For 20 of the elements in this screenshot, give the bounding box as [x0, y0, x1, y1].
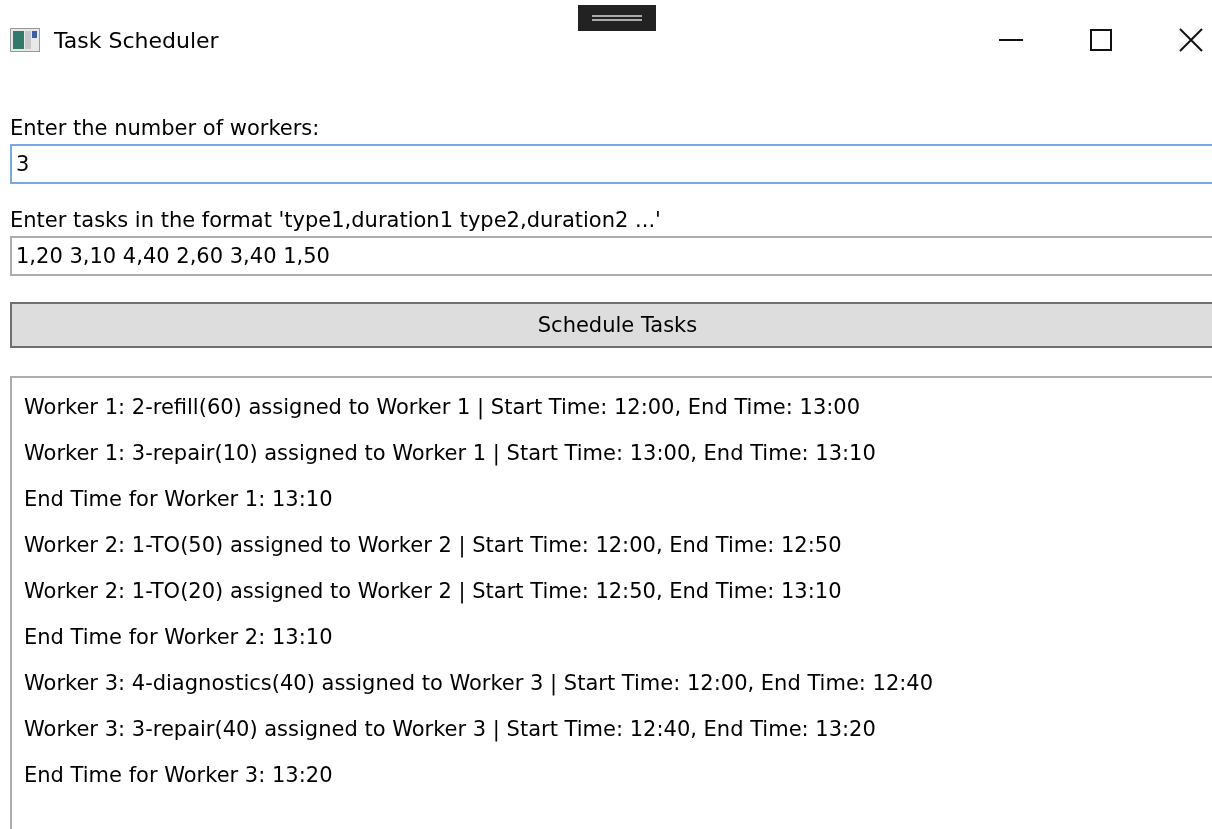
schedule-button[interactable]: Schedule Tasks: [10, 302, 1212, 348]
output-line: Worker 1: 2-refill(60) assigned to Worker 1 | Start Time: 12:00, End Time: 13:00: [24, 394, 861, 422]
minimize-icon: [999, 38, 1023, 42]
app-icon: [10, 28, 40, 52]
maximize-icon: [1090, 29, 1112, 51]
window-title: Task Scheduler: [54, 27, 219, 53]
output-line: Worker 3: 4-diagnostics(40) assigned to Worker 3 | Start Time: 12:00, End Time: 12:40: [24, 670, 934, 698]
output-line: End Time for Worker 2: 13:10: [24, 624, 333, 651]
field-label: Enter tasks in the format 'type1,duration1 type2,duration2 ...': [10, 208, 661, 232]
output-line: Worker 3: 3-repair(40) assigned to Worker 3 | Start Time: 12:40, End Time: 13:20: [24, 716, 876, 744]
output-line: End Time for Worker 1: 13:10: [24, 486, 333, 513]
output-line: End Time for Worker 3: 13:20: [24, 762, 333, 789]
workers-input-field[interactable]: 3: [10, 144, 1212, 184]
output-line: Worker 2: 1-TO(20) assigned to Worker 2 | Start Time: 12:50, End Time: 13:10: [24, 578, 842, 606]
field-label: Enter the number of workers:: [10, 116, 320, 140]
close-icon: [1179, 28, 1203, 52]
output-line: Worker 2: 1-TO(50) assigned to Worker 2 | Start Time: 12:00, End Time: 12:50: [24, 532, 842, 560]
drag-handle-icon[interactable]: [578, 5, 656, 31]
output-line: Worker 1: 3-repair(10) assigned to Worker 1 | Start Time: 13:00, End Time: 13:10: [24, 440, 876, 468]
tasks-input-field[interactable]: 1,20 3,10 4,40 2,60 3,40 1,50: [10, 236, 1212, 276]
